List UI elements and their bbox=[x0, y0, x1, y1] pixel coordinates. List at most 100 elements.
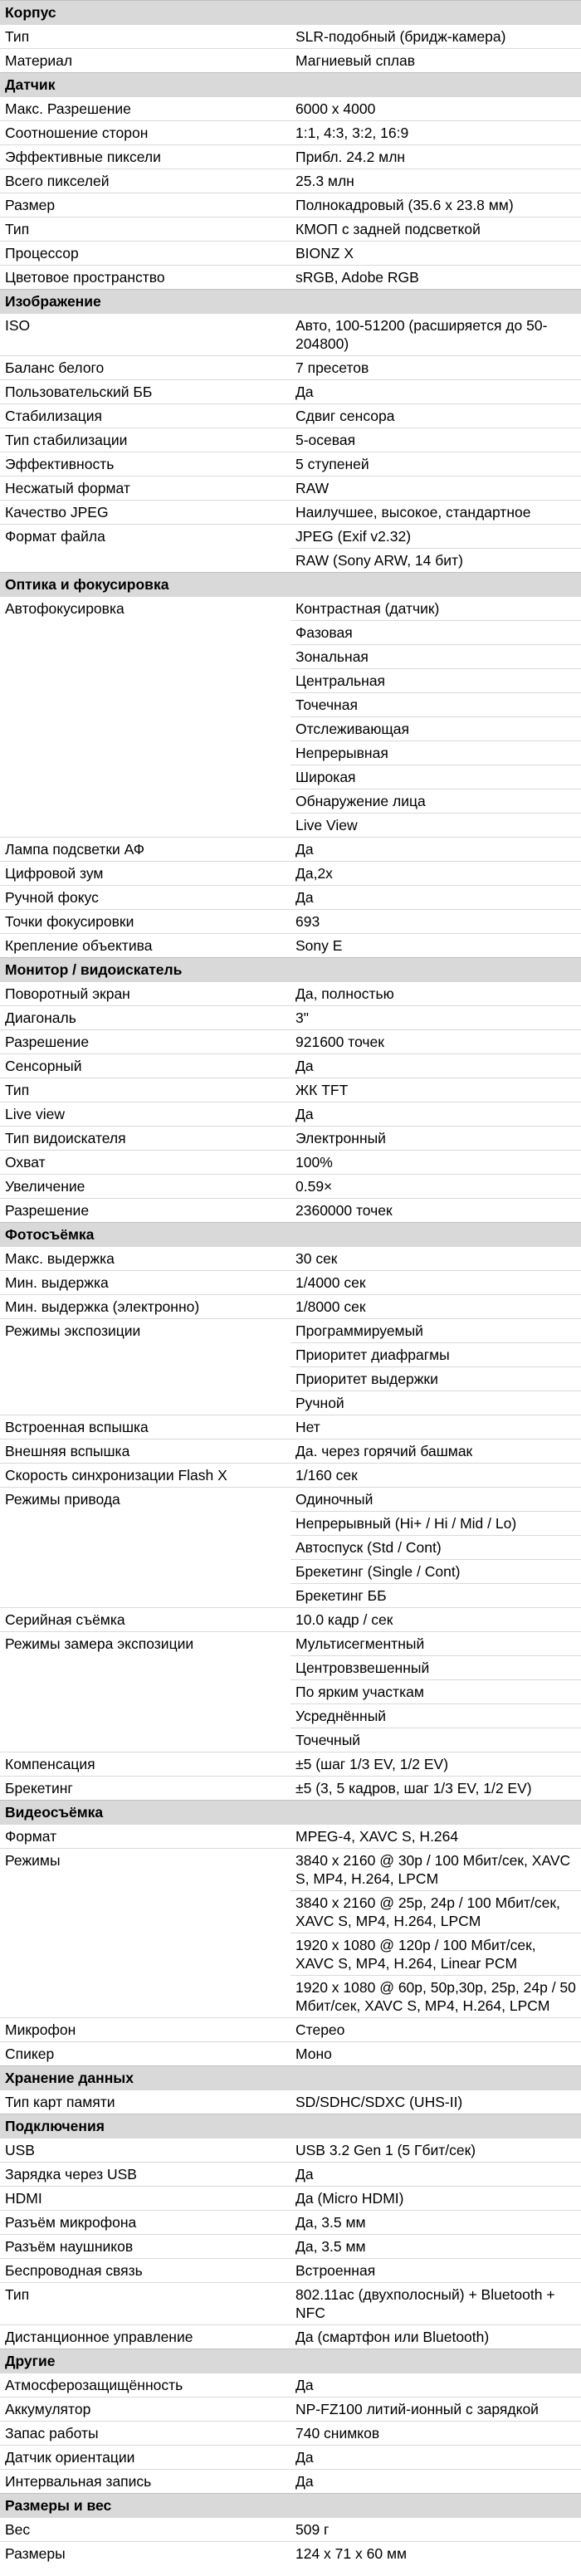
spec-row: Разрешение 921600 точек bbox=[0, 1029, 581, 1054]
spec-value: Да bbox=[290, 1102, 581, 1127]
section-header-row: Видеосъёмка bbox=[0, 1800, 581, 1825]
spec-value: Обнаружение лица bbox=[290, 789, 581, 814]
spec-label: Атмосферозащищённость bbox=[0, 2373, 290, 2398]
spec-value: Да, 3.5 мм bbox=[290, 2210, 581, 2235]
spec-row: Точки фокусировки 693 bbox=[0, 909, 581, 934]
spec-label: Беспроводная связь bbox=[0, 2258, 290, 2283]
spec-value: Автоспуск (Std / Cont) bbox=[290, 1535, 581, 1560]
spec-value: Да, полностью bbox=[290, 981, 581, 1006]
spec-value: 100% bbox=[290, 1150, 581, 1175]
section-header-row: Размеры и вес bbox=[0, 2493, 581, 2518]
spec-label bbox=[0, 1560, 290, 1584]
spec-label: Режимы bbox=[0, 1848, 290, 1891]
spec-row: Компенсация ±5 (шаг 1/3 EV, 1/2 EV) bbox=[0, 1752, 581, 1777]
spec-row: Лампа подсветки АФ Да bbox=[0, 837, 581, 862]
spec-value: Стерео bbox=[290, 2017, 581, 2042]
spec-row: Приоритет выдержки bbox=[0, 1366, 581, 1391]
spec-label: Размер bbox=[0, 193, 290, 218]
spec-value: Sony E bbox=[290, 933, 581, 958]
spec-row: Несжатый формат RAW bbox=[0, 476, 581, 501]
spec-value: Брекетинг (Single / Cont) bbox=[290, 1559, 581, 1584]
spec-value: Да bbox=[290, 2162, 581, 2187]
spec-row: Режимы замера экспозиции Мультисегментный bbox=[0, 1631, 581, 1656]
spec-value: 693 bbox=[290, 909, 581, 934]
spec-label: ISO bbox=[0, 313, 290, 356]
spec-label: Режимы замера экспозиции bbox=[0, 1631, 290, 1656]
spec-label bbox=[0, 765, 290, 789]
spec-label: Вес bbox=[0, 2517, 290, 2542]
spec-value: 1920 x 1080 @ 60p, 50p,30p, 25p, 24p / 5… bbox=[290, 1975, 581, 2018]
spec-row: Пользовательский ББ Да bbox=[0, 379, 581, 404]
spec-value: USB 3.2 Gen 1 (5 Гбит/сек) bbox=[290, 2138, 581, 2163]
spec-row: Фазовая bbox=[0, 620, 581, 645]
spec-value: КМОП с задней подсветкой bbox=[290, 217, 581, 242]
spec-row: USB USB 3.2 Gen 1 (5 Гбит/сек) bbox=[0, 2138, 581, 2163]
spec-value: Да, 3.5 мм bbox=[290, 2234, 581, 2259]
spec-value: Встроенная bbox=[290, 2258, 581, 2283]
spec-row: Соотношение сторон 1:1, 4:3, 3:2, 16:9 bbox=[0, 120, 581, 145]
spec-row: Вес 509 г bbox=[0, 2517, 581, 2542]
spec-row: По ярким участкам bbox=[0, 1679, 581, 1704]
spec-value: 30 сек bbox=[290, 1246, 581, 1271]
spec-row: Процессор BIONZ X bbox=[0, 241, 581, 266]
spec-label: Мин. выдержка bbox=[0, 1270, 290, 1295]
spec-value: NP-FZ100 литий-ионный с зарядкой bbox=[290, 2397, 581, 2422]
spec-label: Размеры bbox=[0, 2541, 290, 2565]
spec-row: Размер Полнокадровый (35.6 x 23.8 мм) bbox=[0, 193, 581, 218]
spec-label bbox=[0, 1367, 290, 1391]
spec-value: RAW bbox=[290, 476, 581, 501]
spec-row: Материал Магниевый сплав bbox=[0, 48, 581, 73]
spec-label: Баланс белого bbox=[0, 355, 290, 380]
spec-value: 124 x 71 x 60 мм bbox=[290, 2541, 581, 2565]
spec-value: 1/8000 сек bbox=[290, 1294, 581, 1319]
spec-label: Процессор bbox=[0, 241, 290, 266]
spec-row: Тип карт памяти SD/SDHC/SDXC (UHS-II) bbox=[0, 2090, 581, 2114]
spec-value: Точечный bbox=[290, 1728, 581, 1752]
spec-row: Ручной bbox=[0, 1391, 581, 1415]
spec-row: Зарядка через USB Да bbox=[0, 2162, 581, 2187]
spec-label: Разъём микрофона bbox=[0, 2210, 290, 2235]
spec-value: Непрерывный (Hi+ / Hi / Mid / Lo) bbox=[290, 1511, 581, 1536]
spec-row: Поворотный экран Да, полностью bbox=[0, 981, 581, 1006]
spec-label: Микрофон bbox=[0, 2017, 290, 2042]
section-header-row: Фотосъёмка bbox=[0, 1222, 581, 1247]
spec-row: Всего пикселей 25.3 млн bbox=[0, 169, 581, 193]
spec-label: HDMI bbox=[0, 2186, 290, 2211]
spec-label: Лампа подсветки АФ bbox=[0, 837, 290, 862]
spec-label bbox=[0, 1728, 290, 1752]
spec-row: RAW (Sony ARW, 14 бит) bbox=[0, 548, 581, 573]
spec-label: Режимы экспозиции bbox=[0, 1318, 290, 1343]
spec-value: SD/SDHC/SDXC (UHS-II) bbox=[290, 2090, 581, 2114]
spec-label: Поворотный экран bbox=[0, 981, 290, 1006]
spec-row: Тип 802.11ac (двухполосный) + Bluetooth +… bbox=[0, 2282, 581, 2325]
spec-label bbox=[0, 621, 290, 645]
spec-row: Размеры 124 x 71 x 60 мм bbox=[0, 2541, 581, 2565]
spec-value: Полнокадровый (35.6 x 23.8 мм) bbox=[290, 193, 581, 218]
spec-value: 10.0 кадр / сек bbox=[290, 1607, 581, 1632]
spec-row: Эффективность 5 ступеней bbox=[0, 452, 581, 477]
spec-row: Диагональ 3" bbox=[0, 1005, 581, 1030]
spec-label: Автофокусировка bbox=[0, 596, 290, 621]
spec-row: Мин. выдержка (электронно) 1/8000 сек bbox=[0, 1294, 581, 1319]
spec-row: Разъём наушников Да, 3.5 мм bbox=[0, 2234, 581, 2259]
spec-value: 3" bbox=[290, 1005, 581, 1030]
spec-label bbox=[0, 1933, 290, 1976]
section-title: Оптика и фокусировка bbox=[0, 572, 581, 597]
spec-row: Сенсорный Да bbox=[0, 1053, 581, 1078]
spec-value: ±5 (3, 5 кадров, шаг 1/3 EV, 1/2 EV) bbox=[290, 1776, 581, 1801]
spec-label: Сенсорный bbox=[0, 1053, 290, 1078]
spec-label bbox=[0, 814, 290, 838]
spec-row: Усреднённый bbox=[0, 1703, 581, 1728]
spec-label bbox=[0, 717, 290, 741]
spec-value: Непрерывная bbox=[290, 741, 581, 765]
spec-label: Серийная съёмка bbox=[0, 1607, 290, 1632]
spec-row: Широкая bbox=[0, 765, 581, 789]
spec-value: 1/160 сек bbox=[290, 1463, 581, 1488]
spec-value: Да bbox=[290, 379, 581, 404]
spec-row: Обнаружение лица bbox=[0, 789, 581, 814]
spec-row: Макс. Разрешение 6000 x 4000 bbox=[0, 96, 581, 121]
spec-label bbox=[0, 1584, 290, 1608]
spec-value: Авто, 100-51200 (расширяется до 50-20480… bbox=[290, 313, 581, 356]
spec-row: Ручной фокус Да bbox=[0, 885, 581, 910]
spec-value: Фазовая bbox=[290, 620, 581, 645]
